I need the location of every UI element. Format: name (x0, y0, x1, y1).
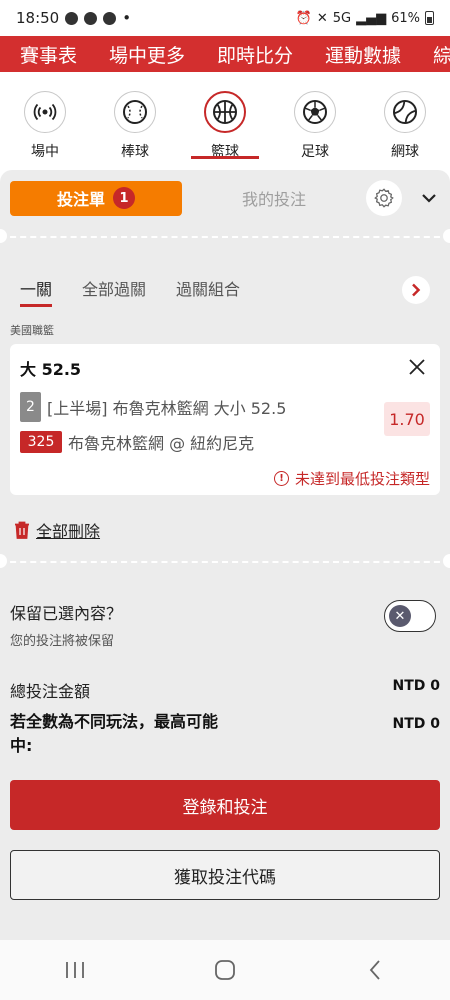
ticket-notch (0, 554, 7, 568)
market-text: [上半場] 布魯克林籃網 大小 52.5 (47, 399, 287, 418)
sport-label: 網球 (391, 144, 419, 160)
chrome-notification-icon (103, 11, 117, 25)
max-win-value: NTD 0 (392, 716, 440, 732)
tab-all-parlay[interactable]: 全部過關 (82, 276, 146, 304)
sport-label: 棒球 (121, 144, 149, 160)
tab-in-play-more[interactable]: 場中更多 (93, 41, 201, 68)
total-stake-value: NTD 0 (392, 678, 440, 694)
network-type: 5G (332, 10, 352, 26)
battery-icon (425, 11, 434, 25)
keep-selections-toggle[interactable]: ✕ (384, 600, 436, 632)
alarm-icon: ⏰ (295, 10, 312, 26)
chevron-down-icon (422, 194, 436, 203)
tab-my-bets[interactable]: 我的投注 (182, 186, 366, 210)
top-nav-tabs: 賽事表 場中更多 即時比分 運動數據 綜 (0, 36, 450, 72)
divider (0, 561, 450, 563)
match-row: 325 布魯克林籃網 @ 紐約尼克 (20, 430, 254, 454)
warning-message: ! 未達到最低投注類型 (273, 468, 430, 489)
tennis-ball-icon (384, 91, 426, 133)
selection-card: 大 52.5 2 [上半場] 布魯克林籃網 大小 52.5 1.70 325 布… (10, 344, 440, 495)
total-stake-label: 總投注金額 (10, 682, 91, 701)
status-time: 18:50 (16, 9, 60, 27)
login-and-bet-button[interactable]: 登錄和投注 (10, 780, 440, 830)
toggle-off-icon: ✕ (389, 605, 411, 627)
warning-text: 未達到最低投注類型 (294, 470, 430, 488)
tab-truncated[interactable]: 綜 (417, 41, 450, 68)
period-badge: 2 (20, 392, 41, 422)
tab-single[interactable]: 一關 (20, 276, 53, 307)
tab-parlay-combo[interactable]: 過關組合 (176, 276, 240, 304)
active-sport-indicator (191, 156, 259, 159)
max-win-row: 若全數為不同玩法，最高可能中: NTD 0 (10, 710, 440, 758)
sport-soccer[interactable]: 足球 (280, 91, 350, 172)
divider (0, 236, 450, 238)
ticket-notch (443, 229, 450, 243)
settings-button[interactable] (366, 180, 402, 216)
remove-selection-button[interactable] (406, 356, 428, 378)
live-broadcast-icon (24, 91, 66, 133)
max-win-label: 若全數為不同玩法，最高可能中: (10, 712, 219, 755)
status-bar: 18:50 • ⏰ ✕ 5G ▂▄▆ 61% (0, 0, 450, 36)
tab-schedule[interactable]: 賽事表 (0, 41, 93, 68)
baseball-icon (114, 91, 156, 133)
selection-title: 大 52.5 (20, 360, 82, 379)
bet-slip-header: 投注單 1 我的投注 (10, 180, 440, 216)
home-button[interactable] (205, 950, 245, 990)
keep-selections-row: 保留已選內容？ 您的投注將被保留 ✕ (10, 600, 436, 650)
keep-selections-title: 保留已選內容？ (10, 604, 123, 623)
market-row: 2 [上半場] 布魯克林籃網 大小 52.5 (20, 392, 286, 422)
odds-value: 1.70 (384, 402, 430, 436)
next-tabs-button[interactable] (402, 276, 430, 304)
chrome-notification-icon (65, 11, 79, 25)
get-bet-code-button[interactable]: 獲取投注代碼 (10, 850, 440, 900)
sport-basketball[interactable]: 籃球 (190, 91, 260, 172)
chevron-right-icon (412, 283, 421, 297)
battery-percent: 61% (391, 10, 420, 26)
bet-slip-panel: 投注單 1 我的投注 一關 全部過關 過關組合 美國職籃 大 52.5 2 [上… (0, 170, 450, 940)
mute-icon: ✕ (316, 10, 328, 26)
signal-icon: ▂▄▆ (356, 10, 387, 26)
recent-apps-button[interactable] (55, 950, 95, 990)
tab-sports-stats[interactable]: 運動數據 (309, 41, 417, 68)
match-text: 布魯克林籃網 @ 紐約尼克 (68, 434, 255, 453)
home-icon (215, 960, 235, 980)
back-icon (369, 960, 380, 980)
chrome-notification-icon (84, 11, 98, 25)
close-icon (409, 359, 425, 375)
back-button[interactable] (355, 950, 395, 990)
tab-betslip[interactable]: 投注單 1 (10, 180, 182, 216)
alert-icon: ! (273, 471, 289, 486)
sport-label: 場中 (31, 144, 59, 160)
soccer-ball-icon (294, 91, 336, 133)
sport-baseball[interactable]: 棒球 (100, 91, 170, 172)
ticket-notch (443, 554, 450, 568)
system-nav-bar (0, 940, 450, 1000)
league-name: 美國職籃 (10, 324, 54, 337)
bet-type-tabs: 一關 全部過關 過關組合 (20, 275, 440, 307)
basketball-icon (204, 91, 246, 133)
total-stake-row: 總投注金額 NTD 0 (10, 678, 440, 702)
more-notifications-dot: • (122, 9, 132, 27)
sport-tennis[interactable]: 網球 (370, 91, 440, 172)
event-id-badge: 325 (20, 431, 62, 453)
delete-all-button[interactable]: 全部刪除 (14, 518, 100, 542)
trash-icon (15, 521, 29, 539)
totals-section: 總投注金額 NTD 0 若全數為不同玩法，最高可能中: NTD 0 (10, 678, 440, 758)
betslip-count-badge: 1 (113, 187, 135, 209)
collapse-button[interactable] (418, 193, 440, 203)
sport-live[interactable]: 場中 (10, 91, 80, 172)
ticket-notch (0, 229, 7, 243)
delete-all-label: 全部刪除 (36, 522, 101, 541)
gear-icon (374, 188, 394, 208)
recent-apps-icon (66, 962, 84, 978)
sport-label: 足球 (301, 144, 329, 160)
keep-selections-subtitle: 您的投注將被保留 (10, 634, 115, 649)
sports-selector: 場中 棒球 籃球 足球 網球 (0, 72, 450, 172)
betslip-label: 投注單 (56, 190, 105, 209)
tab-live-score[interactable]: 即時比分 (201, 41, 309, 68)
